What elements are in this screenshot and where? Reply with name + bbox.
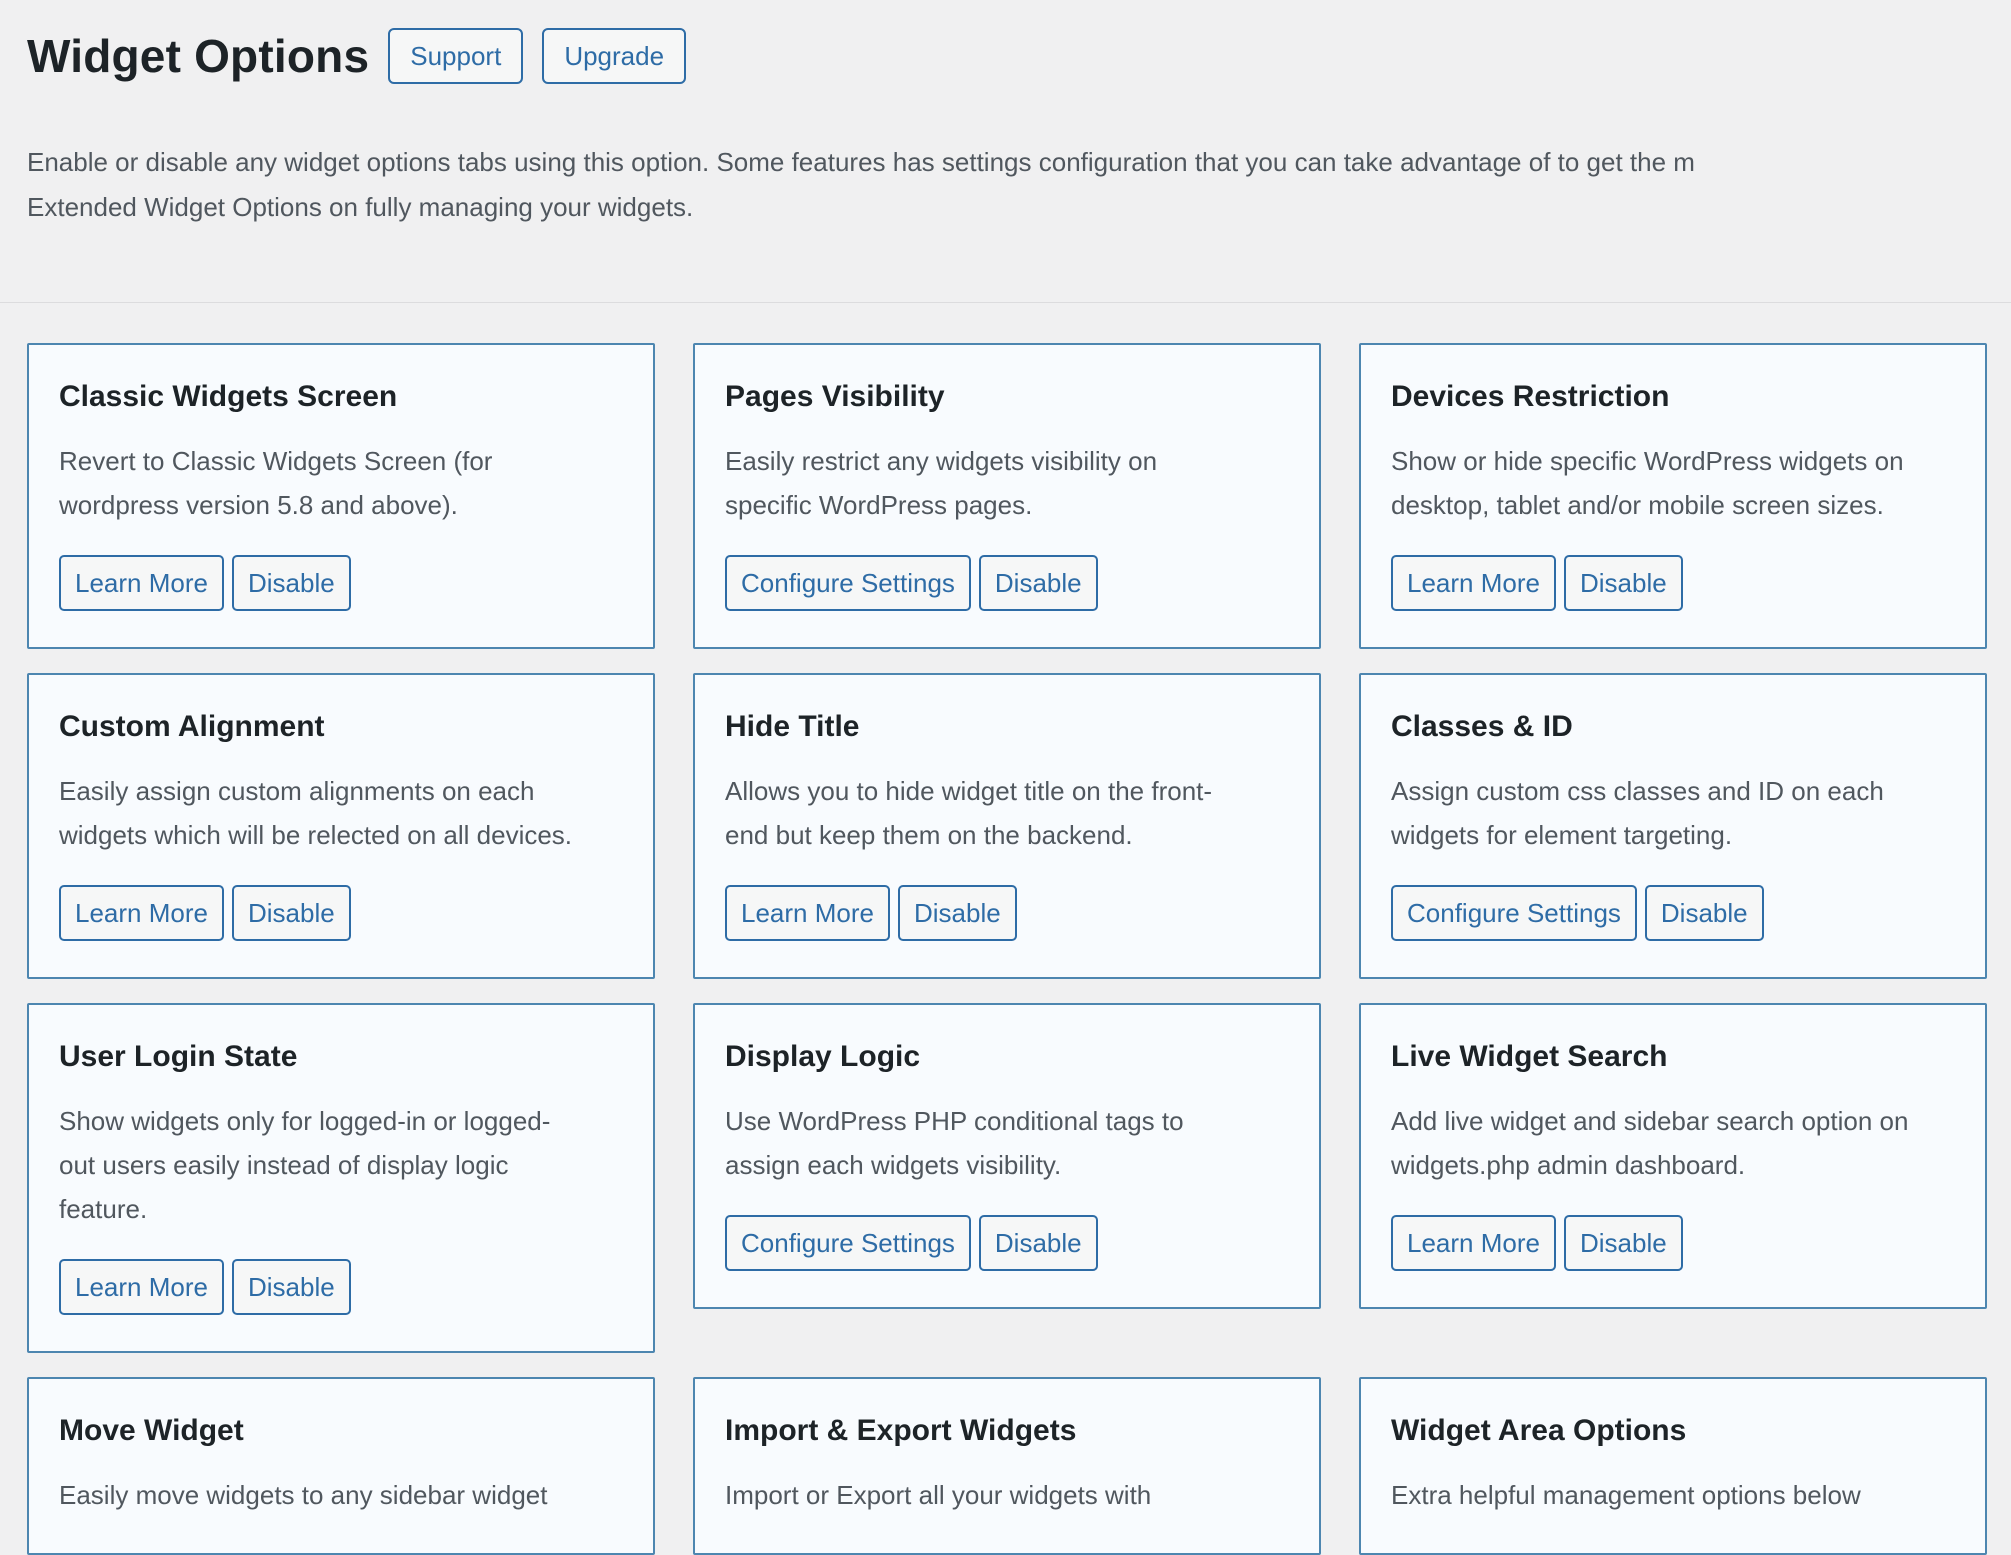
card-actions: Learn MoreDisable bbox=[725, 885, 1289, 941]
feature-card: User Login State Show widgets only for l… bbox=[27, 1003, 655, 1353]
card-description: Show or hide specific WordPress widgets … bbox=[1391, 439, 1955, 527]
feature-card: Classic Widgets Screen Revert to Classic… bbox=[27, 343, 655, 649]
card-actions: Learn MoreDisable bbox=[59, 1259, 623, 1315]
disable-button[interactable]: Disable bbox=[1564, 1215, 1683, 1271]
card-title: User Login State bbox=[59, 1039, 623, 1075]
card-title: Classic Widgets Screen bbox=[59, 379, 623, 415]
divider bbox=[0, 302, 2011, 303]
card-description: Import or Export all your widgets with bbox=[725, 1473, 1289, 1517]
card-description: Easily assign custom alignments on each … bbox=[59, 769, 623, 857]
card-title: Hide Title bbox=[725, 709, 1289, 745]
card-actions: Learn MoreDisable bbox=[1391, 555, 1955, 611]
upgrade-button[interactable]: Upgrade bbox=[542, 28, 686, 84]
card-title: Classes & ID bbox=[1391, 709, 1955, 745]
card-title: Import & Export Widgets bbox=[725, 1413, 1289, 1449]
feature-card: Move Widget Easily move widgets to any s… bbox=[27, 1377, 655, 1555]
disable-button[interactable]: Disable bbox=[232, 885, 351, 941]
feature-card: Hide Title Allows you to hide widget tit… bbox=[693, 673, 1321, 979]
disable-button[interactable]: Disable bbox=[1564, 555, 1683, 611]
disable-button[interactable]: Disable bbox=[979, 1215, 1098, 1271]
support-button[interactable]: Support bbox=[388, 28, 523, 84]
card-actions: Learn MoreDisable bbox=[59, 555, 623, 611]
learn-more-button[interactable]: Learn More bbox=[59, 555, 224, 611]
card-actions: Configure SettingsDisable bbox=[725, 555, 1289, 611]
disable-button[interactable]: Disable bbox=[898, 885, 1017, 941]
feature-card: Import & Export Widgets Import or Export… bbox=[693, 1377, 1321, 1555]
learn-more-button[interactable]: Learn More bbox=[59, 1259, 224, 1315]
card-title: Pages Visibility bbox=[725, 379, 1289, 415]
disable-button[interactable]: Disable bbox=[1645, 885, 1764, 941]
card-title: Move Widget bbox=[59, 1413, 623, 1449]
card-actions: Learn MoreDisable bbox=[1391, 1215, 1955, 1271]
card-actions: Configure SettingsDisable bbox=[725, 1215, 1289, 1271]
feature-card: Custom Alignment Easily assign custom al… bbox=[27, 673, 655, 979]
feature-card: Pages Visibility Easily restrict any wid… bbox=[693, 343, 1321, 649]
card-description: Allows you to hide widget title on the f… bbox=[725, 769, 1289, 857]
learn-more-button[interactable]: Learn More bbox=[1391, 1215, 1556, 1271]
card-description: Revert to Classic Widgets Screen (for wo… bbox=[59, 439, 623, 527]
card-description: Use WordPress PHP conditional tags to as… bbox=[725, 1099, 1289, 1187]
card-title: Display Logic bbox=[725, 1039, 1289, 1075]
configure-settings-button[interactable]: Configure Settings bbox=[725, 555, 971, 611]
card-title: Devices Restriction bbox=[1391, 379, 1955, 415]
card-description: Easily restrict any widgets visibility o… bbox=[725, 439, 1289, 527]
learn-more-button[interactable]: Learn More bbox=[59, 885, 224, 941]
card-description: Add live widget and sidebar search optio… bbox=[1391, 1099, 1955, 1187]
feature-card: Live Widget Search Add live widget and s… bbox=[1359, 1003, 1987, 1309]
feature-card: Display Logic Use WordPress PHP conditio… bbox=[693, 1003, 1321, 1309]
card-title: Live Widget Search bbox=[1391, 1039, 1955, 1075]
feature-card: Widget Area Options Extra helpful manage… bbox=[1359, 1377, 1987, 1555]
card-title: Widget Area Options bbox=[1391, 1413, 1955, 1449]
learn-more-button[interactable]: Learn More bbox=[725, 885, 890, 941]
card-description: Easily move widgets to any sidebar widge… bbox=[59, 1473, 623, 1517]
page-title: Widget Options bbox=[27, 27, 369, 85]
feature-card: Classes & ID Assign custom css classes a… bbox=[1359, 673, 1987, 979]
disable-button[interactable]: Disable bbox=[979, 555, 1098, 611]
learn-more-button[interactable]: Learn More bbox=[1391, 555, 1556, 611]
intro-text: Enable or disable any widget options tab… bbox=[27, 140, 1988, 230]
disable-button[interactable]: Disable bbox=[232, 555, 351, 611]
card-actions: Learn MoreDisable bbox=[59, 885, 623, 941]
card-description: Show widgets only for logged-in or logge… bbox=[59, 1099, 623, 1231]
card-description: Assign custom css classes and ID on each… bbox=[1391, 769, 1955, 857]
card-actions: Configure SettingsDisable bbox=[1391, 885, 1955, 941]
page-header: Widget Options Support Upgrade bbox=[27, 27, 1988, 85]
disable-button[interactable]: Disable bbox=[232, 1259, 351, 1315]
card-description: Extra helpful management options below bbox=[1391, 1473, 1955, 1517]
card-title: Custom Alignment bbox=[59, 709, 623, 745]
feature-card: Devices Restriction Show or hide specifi… bbox=[1359, 343, 1987, 649]
configure-settings-button[interactable]: Configure Settings bbox=[1391, 885, 1637, 941]
configure-settings-button[interactable]: Configure Settings bbox=[725, 1215, 971, 1271]
feature-cards-grid: Classic Widgets Screen Revert to Classic… bbox=[27, 343, 1988, 1555]
